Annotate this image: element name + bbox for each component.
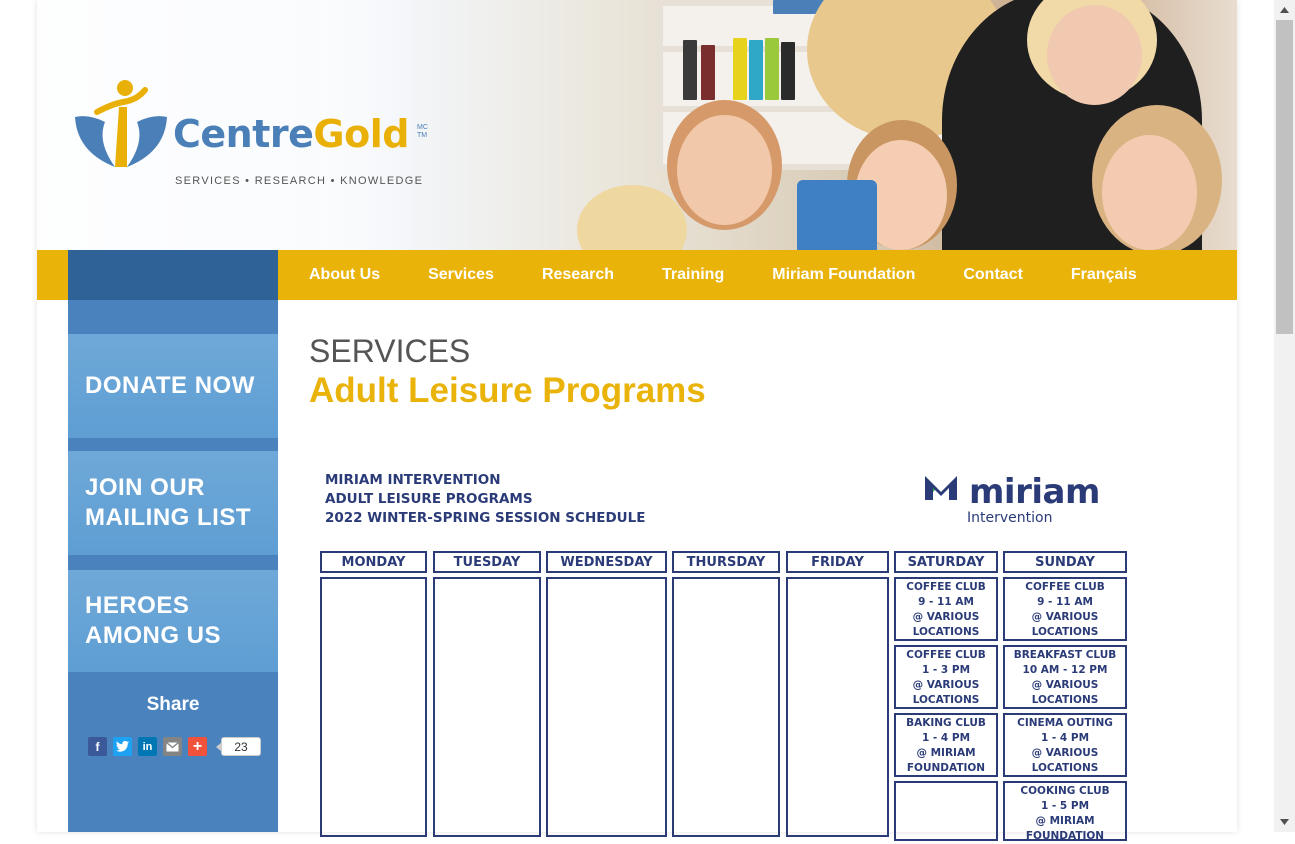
share-count: 23 <box>216 737 261 756</box>
miriam-logo-word: miriam <box>969 472 1100 512</box>
nav-item-training[interactable]: Training <box>662 266 724 284</box>
scroll-down-arrow-icon[interactable] <box>1274 815 1295 829</box>
day-header-tuesday: TUESDAY <box>433 551 541 573</box>
day-header-friday: FRIDAY <box>786 551 889 573</box>
nav-item-miriam-foundation[interactable]: Miriam Foundation <box>772 266 915 284</box>
heroes-among-us-button[interactable]: HEROES AMONG US <box>68 570 278 672</box>
nav-item-francais[interactable]: Français <box>1071 266 1137 284</box>
scrollbar-thumb[interactable] <box>1276 20 1293 334</box>
sunday-event-4: COOKING CLUB 1 - 5 PM @ MIRIAM FOUNDATIO… <box>1003 781 1127 842</box>
nav-item-about-us[interactable]: About Us <box>309 266 380 284</box>
centregold-logo[interactable]: CentreGold MC TM SERVICES • RESEARCH • K… <box>67 72 437 192</box>
saturday-event-1: COFFEE CLUB 9 - 11 AM @ VARIOUS LOCATION… <box>894 577 998 641</box>
logo-tagline: SERVICES • RESEARCH • KNOWLEDGE <box>175 175 424 187</box>
email-icon[interactable] <box>163 737 182 756</box>
saturday-event-3: BAKING CLUB 1 - 4 PM @ MIRIAM FOUNDATION <box>894 713 998 777</box>
miriam-mark-icon <box>925 476 957 500</box>
day-column-thursday <box>672 577 780 837</box>
facebook-icon[interactable]: f <box>88 737 107 756</box>
vertical-scrollbar[interactable] <box>1274 0 1295 832</box>
day-column-tuesday <box>433 577 541 837</box>
header-banner: CentreGold MC TM SERVICES • RESEARCH • K… <box>37 0 1237 250</box>
scroll-up-arrow-icon[interactable] <box>1274 3 1295 17</box>
main-navigation: About Us Services Research Training Miri… <box>37 250 1237 300</box>
day-header-monday: MONDAY <box>320 551 427 573</box>
sunday-event-2: BREAKFAST CLUB 10 AM - 12 PM @ VARIOUS L… <box>1003 645 1127 709</box>
twitter-icon[interactable] <box>113 737 132 756</box>
schedule-image: MIRIAM INTERVENTION ADULT LEISURE PROGRA… <box>300 448 1180 842</box>
share-title: Share <box>146 694 200 715</box>
saturday-event-4 <box>894 781 998 841</box>
logo-wordmark: CentreGold <box>173 112 409 156</box>
day-column-monday <box>320 577 427 837</box>
sidebar: DONATE NOW JOIN OUR MAILING LIST HEROES … <box>68 300 278 832</box>
nav-left-block <box>68 250 278 300</box>
share-buttons: f in + 23 <box>88 737 261 756</box>
plus-icon[interactable]: + <box>188 737 207 756</box>
sunday-event-3: CINEMA OUTING 1 - 4 PM @ VARIOUS LOCATIO… <box>1003 713 1127 777</box>
section-label: SERVICES <box>309 333 471 369</box>
miriam-logo-sub: Intervention <box>967 510 1053 526</box>
linkedin-icon[interactable]: in <box>138 737 157 756</box>
logo-trademark: MC TM <box>417 124 428 139</box>
day-column-wednesday <box>546 577 667 837</box>
day-header-wednesday: WEDNESDAY <box>546 551 667 573</box>
day-column-friday <box>786 577 889 837</box>
schedule-heading: MIRIAM INTERVENTION ADULT LEISURE PROGRA… <box>325 472 646 526</box>
logo-figure-icon <box>75 80 167 167</box>
saturday-event-2: COFFEE CLUB 1 - 3 PM @ VARIOUS LOCATIONS <box>894 645 998 709</box>
nav-item-research[interactable]: Research <box>542 266 614 284</box>
donate-now-button[interactable]: DONATE NOW <box>68 334 278 438</box>
nav-item-services[interactable]: Services <box>428 266 494 284</box>
day-header-sunday: SUNDAY <box>1003 551 1127 573</box>
join-mailing-list-button[interactable]: JOIN OUR MAILING LIST <box>68 451 278 555</box>
sunday-event-1: COFFEE CLUB 9 - 11 AM @ VARIOUS LOCATION… <box>1003 577 1127 641</box>
day-header-thursday: THURSDAY <box>672 551 780 573</box>
page-title: Adult Leisure Programs <box>309 371 706 410</box>
nav-menu: About Us Services Research Training Miri… <box>309 250 1185 300</box>
nav-item-contact[interactable]: Contact <box>963 266 1023 284</box>
day-header-saturday: SATURDAY <box>894 551 998 573</box>
